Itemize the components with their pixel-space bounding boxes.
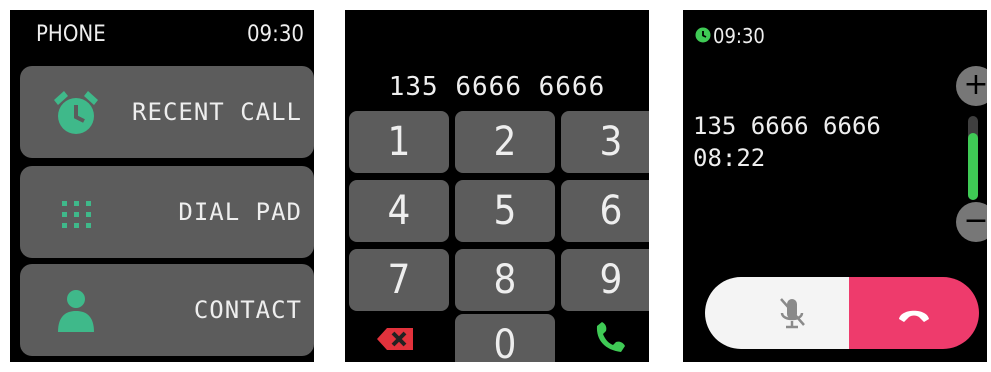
contact-label: CONTACT [193, 296, 302, 324]
volume-down-button[interactable]: − [956, 202, 987, 242]
call-info: 135 6666 6666 08:22 [693, 110, 881, 174]
mute-button[interactable] [705, 277, 857, 349]
volume-up-button[interactable]: + [956, 66, 987, 106]
status-time: 09:30 [246, 22, 304, 47]
hang-up-icon [899, 310, 929, 322]
key-3[interactable]: 3 [561, 111, 649, 173]
volume-slider[interactable] [968, 116, 978, 200]
call-button[interactable] [561, 314, 649, 362]
key-1[interactable]: 1 [349, 111, 449, 173]
mic-muted-icon [780, 298, 805, 329]
phone-call-icon [596, 322, 625, 352]
key-4[interactable]: 4 [349, 180, 449, 242]
call-duration: 08:22 [693, 144, 766, 172]
contact-person-icon [58, 290, 94, 332]
dial-pad-screen: 135 6666 6666 1 2 3 4 5 6 7 8 9 0 [345, 10, 649, 362]
hang-up-button[interactable] [849, 277, 979, 349]
contact-button[interactable]: CONTACT [20, 264, 314, 356]
dial-pad-icon [62, 201, 91, 228]
phone-menu-screen: PHONE 09:30 RECENT CALL DIAL PAD CONTACT [10, 10, 314, 362]
key-7[interactable]: 7 [349, 249, 449, 311]
alarm-clock-icon [54, 91, 98, 134]
in-call-screen: 09:30 135 6666 6666 08:22 + − [683, 10, 987, 362]
dial-pad-label: DIAL PAD [178, 198, 302, 226]
key-2[interactable]: 2 [455, 111, 555, 173]
key-0[interactable]: 0 [455, 314, 555, 362]
status-time: 09:30 [713, 24, 765, 48]
volume-level-fill [968, 132, 978, 200]
key-9[interactable]: 9 [561, 249, 649, 311]
caller-number: 135 6666 6666 [693, 112, 881, 140]
delete-button[interactable] [349, 314, 449, 362]
recent-call-button[interactable]: RECENT CALL [20, 66, 314, 158]
key-8[interactable]: 8 [455, 249, 555, 311]
clock-icon [695, 27, 711, 43]
key-6[interactable]: 6 [561, 180, 649, 242]
screen-title: PHONE [36, 22, 106, 47]
recent-call-label: RECENT CALL [132, 98, 302, 126]
dialed-number: 135 6666 6666 [388, 72, 606, 102]
key-5[interactable]: 5 [455, 180, 555, 242]
dial-pad-button[interactable]: DIAL PAD [20, 166, 314, 258]
backspace-icon [377, 328, 413, 350]
